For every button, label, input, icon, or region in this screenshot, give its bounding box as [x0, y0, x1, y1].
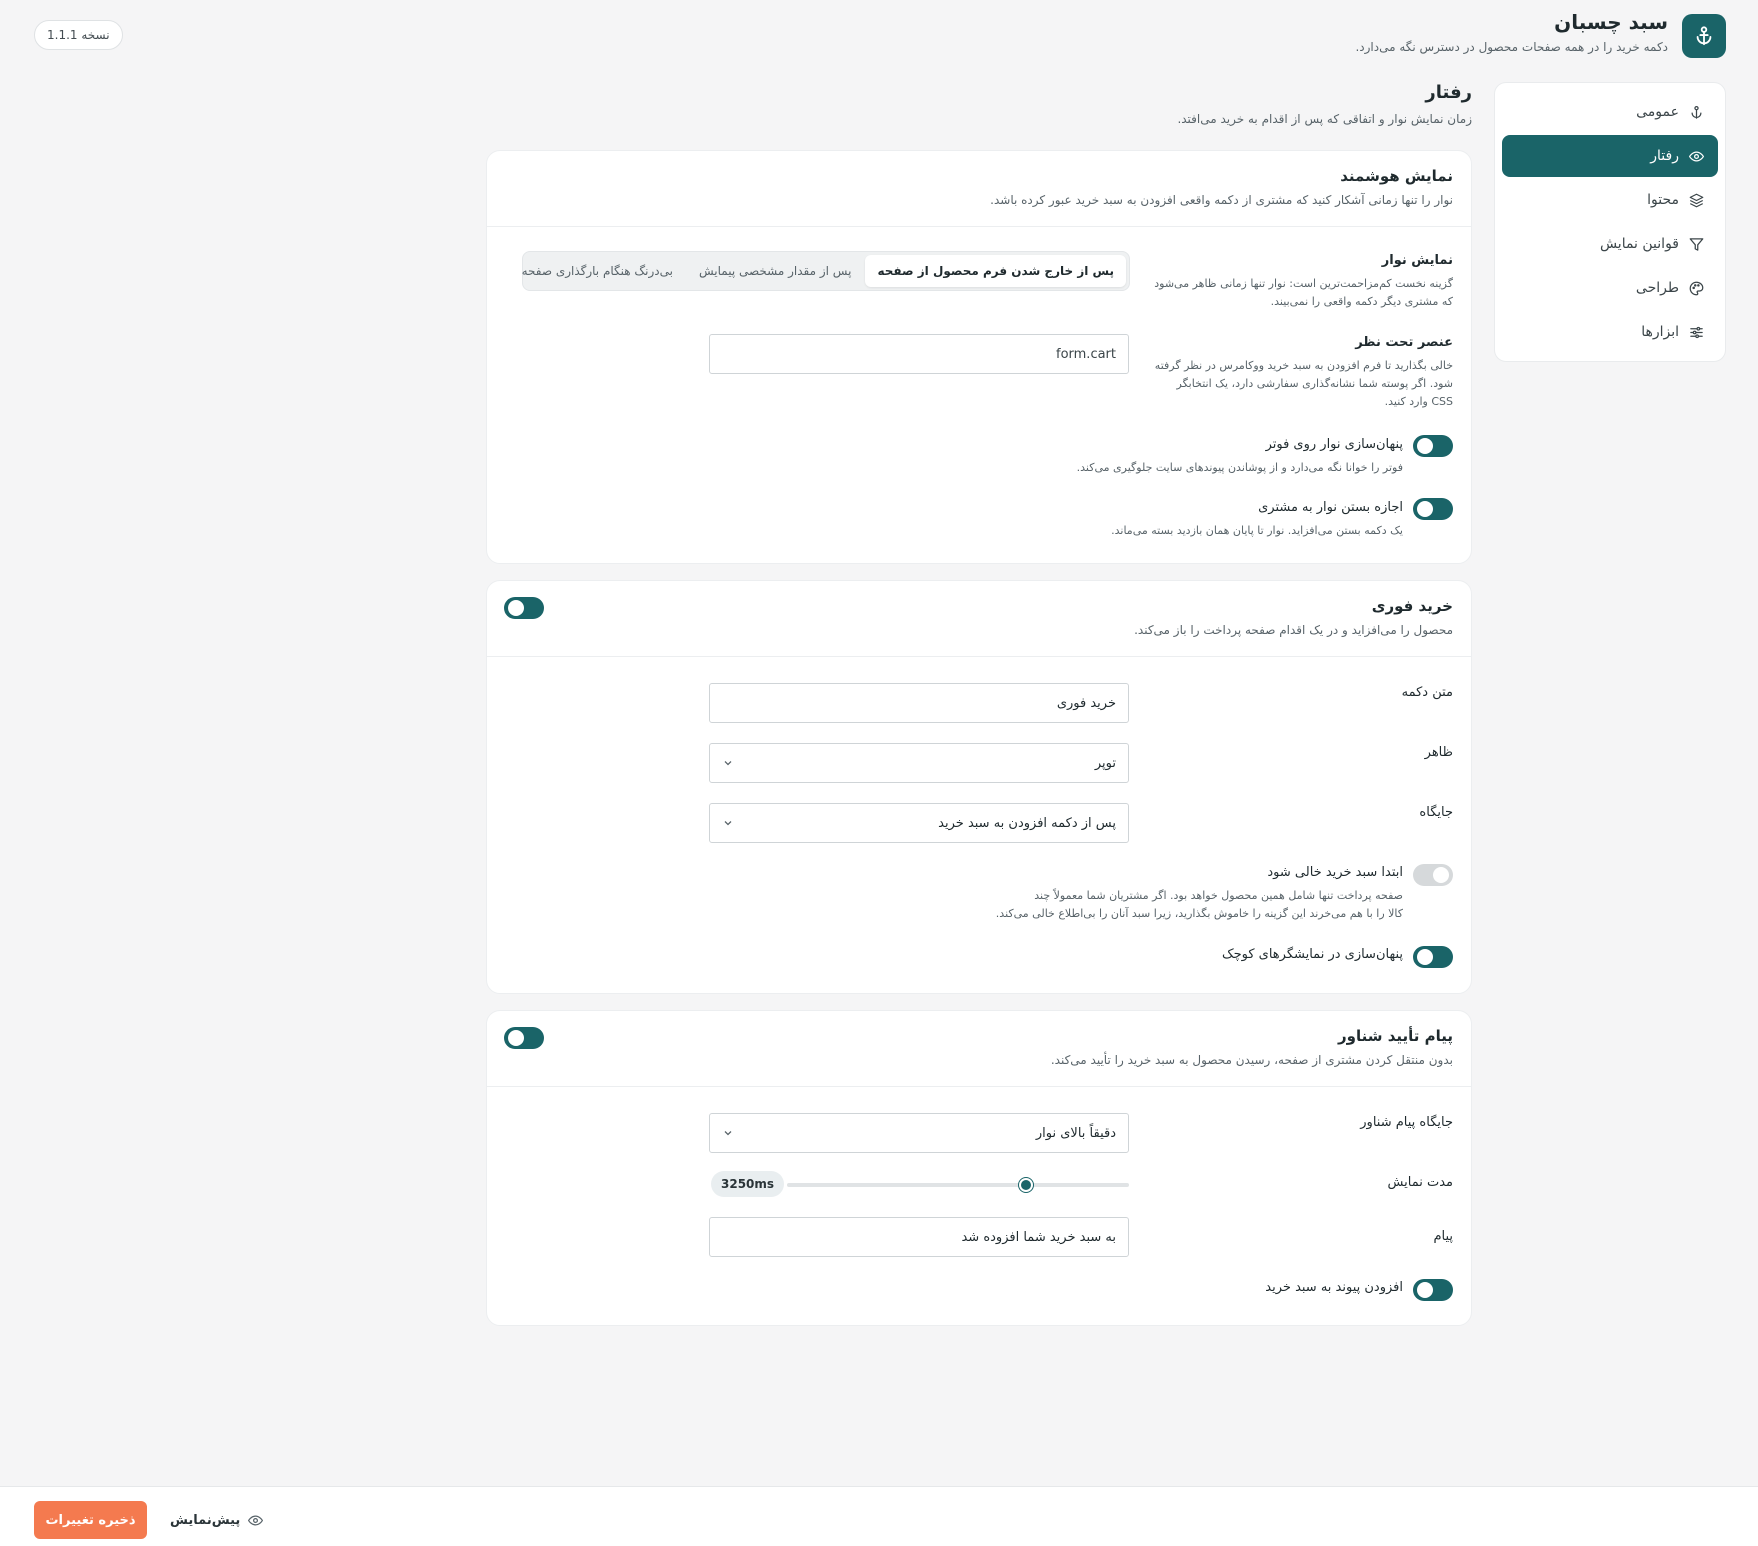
- sidebar-item-label: قوانین نمایش: [1599, 236, 1679, 252]
- eye-icon: [1689, 150, 1704, 162]
- add-link-toggle[interactable]: [1413, 1279, 1453, 1301]
- empty-cart-help-line1: صفحه پرداخت تنها شامل همین محصول خواهد ب…: [1034, 889, 1403, 902]
- seg-option-immediate[interactable]: بی‌درنگ هنگام بارگذاری صفحه: [510, 255, 685, 287]
- position-label: جایگاه: [1419, 805, 1453, 820]
- allow-close-label: اجازه بستن نوار به مشتری: [1258, 500, 1403, 515]
- float-position-value: دقیقاً بالای نوار: [1035, 1125, 1116, 1141]
- sidebar: عمومی رفتار محتوا قوانین نمایش طراحی ابز…: [1494, 82, 1726, 362]
- message-label: پیام: [1433, 1229, 1453, 1244]
- buy-now-enable-toggle[interactable]: [504, 597, 544, 619]
- appearance-select[interactable]: توپر: [709, 743, 1129, 783]
- chevron-down-icon: [724, 761, 732, 766]
- card-title: پیام تأیید شناور: [1338, 1027, 1453, 1045]
- message-value: به سبد خرید شما افزوده شد: [961, 1229, 1116, 1245]
- app-title: سبد چسبان: [1554, 10, 1668, 34]
- button-text-input[interactable]: خرید فوری: [709, 683, 1129, 723]
- sidebar-item-design[interactable]: طراحی: [1502, 267, 1718, 309]
- float-position-select[interactable]: دقیقاً بالای نوار: [709, 1113, 1129, 1153]
- add-link-label: افزودن پیوند به سبد خرید: [1265, 1280, 1403, 1295]
- empty-cart-label: ابتدا سبد خرید خالی شود: [1267, 865, 1403, 880]
- button-text-value: خرید فوری: [1056, 695, 1116, 711]
- anchor-icon: [1696, 26, 1712, 46]
- preview-button[interactable]: پیش‌نمایش: [170, 1501, 264, 1539]
- target-element-input[interactable]: form.cart: [709, 334, 1129, 374]
- card-description: نوار را تنها زمانی آشکار کنید که مشتری ا…: [990, 193, 1453, 207]
- sidebar-item-content[interactable]: محتوا: [1502, 179, 1718, 221]
- card-title: خرید فوری: [1371, 597, 1453, 615]
- smart-display-card: نمایش هوشمند نوار را تنها زمانی آشکار کن…: [486, 150, 1472, 564]
- duration-label: مدت نمایش: [1387, 1175, 1453, 1190]
- appearance-label: ظاهر: [1424, 745, 1453, 760]
- preview-label: پیش‌نمایش: [170, 1512, 241, 1528]
- hide-small-toggle[interactable]: [1413, 946, 1453, 968]
- seg-option-leave-form[interactable]: پس از خارج شدن فرم محصول از صفحه: [865, 255, 1126, 287]
- sliders-icon: [1690, 326, 1703, 338]
- palette-icon: [1689, 281, 1704, 295]
- hide-footer-label: پنهان‌سازی نوار روی فوتر: [1265, 437, 1403, 452]
- version-badge: نسخه 1.1.1: [34, 20, 123, 50]
- sidebar-item-display-rules[interactable]: قوانین نمایش: [1502, 223, 1718, 265]
- button-text-label: متن دکمه: [1401, 685, 1453, 700]
- chevron-down-icon: [724, 821, 732, 826]
- floating-confirm-card: پیام تأیید شناور بدون منتقل کردن مشتری ا…: [486, 1010, 1472, 1326]
- save-button[interactable]: ذخیره تغییرات: [34, 1501, 147, 1539]
- card-description: محصول را می‌افزاید و در یک اقدام صفحه پر…: [1134, 623, 1453, 637]
- floating-confirm-enable-toggle[interactable]: [504, 1027, 544, 1049]
- sidebar-item-label: ابزارها: [1641, 324, 1679, 340]
- app-logo: [1682, 14, 1726, 58]
- card-title: نمایش هوشمند: [1340, 167, 1453, 185]
- anchor-icon: [1691, 105, 1702, 119]
- sidebar-item-tools[interactable]: ابزارها: [1502, 311, 1718, 353]
- allow-close-toggle[interactable]: [1413, 498, 1453, 520]
- position-value: پس از دکمه افزودن به سبد خرید: [938, 815, 1116, 831]
- buy-now-card: خرید فوری محصول را می‌افزاید و در یک اقد…: [486, 580, 1472, 994]
- page-description: زمان نمایش نوار و اتفاقی که پس از اقدام …: [1177, 112, 1472, 126]
- app-subtitle: دکمه خرید را در همه صفحات محصول در دسترس…: [1355, 40, 1668, 54]
- hide-footer-toggle[interactable]: [1413, 435, 1453, 457]
- sidebar-item-behavior[interactable]: رفتار: [1502, 135, 1718, 177]
- footer-bar: ذخیره تغییرات پیش‌نمایش: [0, 1486, 1758, 1546]
- layers-icon: [1689, 193, 1704, 207]
- target-element-value: form.cart: [1056, 346, 1116, 362]
- sidebar-item-label: محتوا: [1647, 192, 1679, 208]
- sidebar-item-label: طراحی: [1635, 280, 1679, 296]
- eye-icon: [248, 1514, 264, 1526]
- bar-display-label: نمایش نوار: [1381, 253, 1453, 268]
- duration-slider-track[interactable]: [787, 1183, 1129, 1187]
- target-element-label: عنصر تحت نظر: [1355, 335, 1453, 350]
- sidebar-item-general[interactable]: عمومی: [1502, 91, 1718, 133]
- filter-icon: [1689, 237, 1704, 251]
- appearance-value: توپر: [1094, 755, 1116, 771]
- chevron-down-icon: [724, 1131, 732, 1136]
- sidebar-item-label: عمومی: [1636, 104, 1679, 120]
- hide-footer-help: فوتر را خوانا نگه می‌دارد و از پوشاندن پ…: [1076, 461, 1403, 474]
- page-title: رفتار: [1425, 82, 1472, 103]
- empty-cart-help-line2: کالا را با هم می‌خرند این گزینه را خاموش…: [995, 907, 1403, 920]
- message-input[interactable]: به سبد خرید شما افزوده شد: [709, 1217, 1129, 1257]
- empty-cart-toggle[interactable]: [1413, 864, 1453, 886]
- float-position-label: جایگاه پیام شناور: [1360, 1115, 1453, 1130]
- sidebar-item-label: رفتار: [1650, 148, 1679, 164]
- position-select[interactable]: پس از دکمه افزودن به سبد خرید: [709, 803, 1129, 843]
- duration-value-badge: 3250ms: [711, 1171, 785, 1197]
- bar-display-segmented: پس از خارج شدن فرم محصول از صفحه پس از م…: [522, 251, 1130, 291]
- allow-close-help: یک دکمه بستن می‌افزاید. نوار تا پایان هم…: [1111, 524, 1403, 537]
- seg-option-scroll-amount[interactable]: پس از مقدار مشخصی پیمایش: [687, 255, 863, 287]
- card-description: بدون منتقل کردن مشتری از صفحه، رسیدن محص…: [1050, 1053, 1453, 1067]
- target-element-help: خالی بگذارید تا فرم افزودن به سبد خرید و…: [1154, 359, 1453, 408]
- bar-display-help: گزینه نخست کم‌مزاحمت‌ترین است: نوار تنها…: [1154, 277, 1453, 308]
- hide-small-label: پنهان‌سازی در نمایشگرهای کوچک: [1221, 947, 1403, 962]
- duration-slider-thumb[interactable]: [1019, 1178, 1034, 1192]
